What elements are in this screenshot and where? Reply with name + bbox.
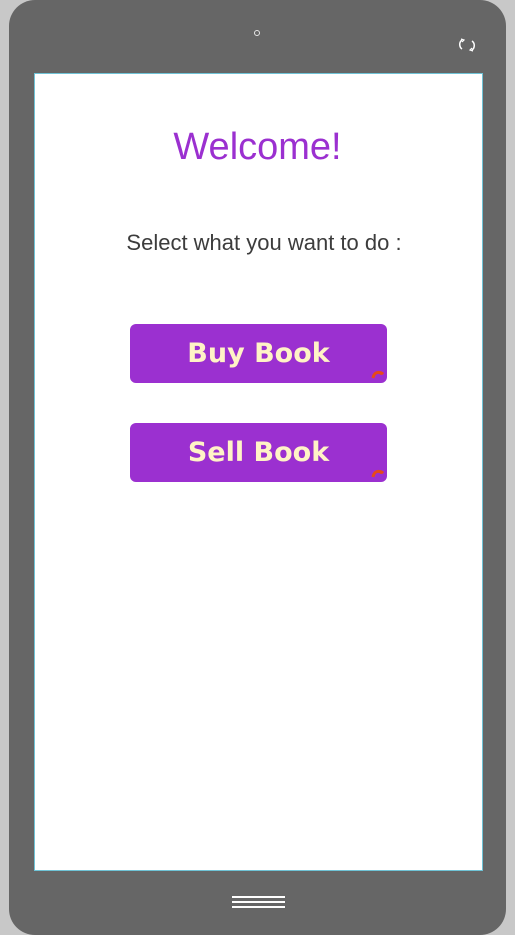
buy-book-label: Buy Book: [187, 338, 330, 369]
home-menu-icon[interactable]: [232, 895, 285, 909]
rotate-icon[interactable]: [457, 36, 479, 54]
page-title: Welcome!: [173, 126, 342, 168]
sell-book-button[interactable]: Sell Book: [130, 423, 387, 482]
buy-book-button[interactable]: Buy Book: [130, 324, 387, 383]
link-icon: [371, 370, 384, 379]
instruction-text: Select what you want to do :: [126, 230, 402, 255]
camera-icon: [254, 30, 260, 36]
link-icon: [371, 469, 384, 478]
sell-book-label: Sell Book: [187, 437, 330, 468]
